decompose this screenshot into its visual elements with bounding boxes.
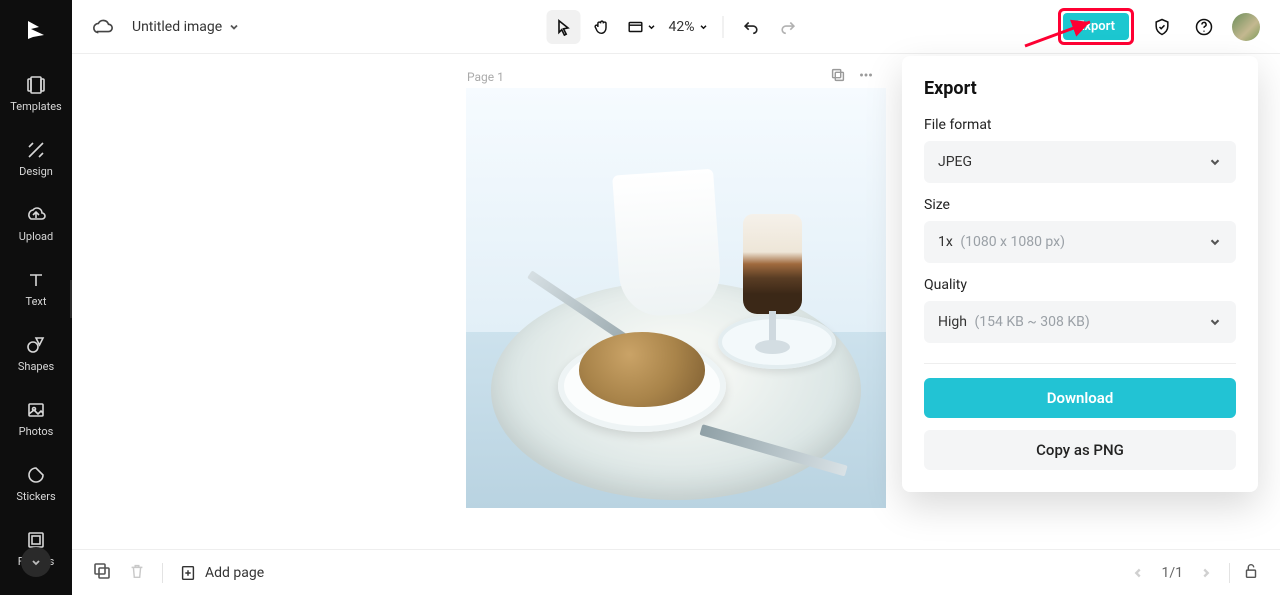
quality-hint: (154 KB ~ 308 KB): [974, 314, 1089, 330]
sidebar-item-upload[interactable]: Upload: [19, 204, 53, 243]
templates-icon: [25, 74, 47, 96]
file-format-value: JPEG: [938, 154, 972, 170]
sidebar-item-label: Design: [19, 165, 53, 178]
export-panel: Export File format JPEG Size 1x (1080 x …: [902, 56, 1258, 492]
lock-icon[interactable]: [1242, 562, 1260, 584]
undo-button[interactable]: [734, 10, 768, 44]
chevron-down-icon: [699, 22, 709, 32]
hand-tool[interactable]: [585, 10, 619, 44]
sidebar-item-label: Photos: [19, 425, 54, 438]
document-title-text: Untitled image: [132, 19, 222, 35]
download-button[interactable]: Download: [924, 378, 1236, 418]
layers-icon[interactable]: [92, 561, 112, 585]
size-label: Size: [924, 197, 1236, 213]
export-panel-title: Export: [924, 78, 1236, 99]
sidebar-item-shapes[interactable]: Shapes: [18, 334, 54, 373]
left-sidebar: Templates Design Upload Text Shapes Phot…: [0, 0, 72, 595]
sidebar-item-label: Upload: [19, 230, 53, 243]
top-bar: Untitled image 42% Export: [72, 0, 1280, 54]
page-more-icon[interactable]: [857, 66, 875, 88]
delete-icon[interactable]: [128, 562, 146, 584]
add-page-icon: [179, 564, 197, 582]
chevron-down-icon: [647, 22, 657, 32]
export-button[interactable]: Export: [1063, 13, 1129, 40]
quality-value: High: [938, 314, 967, 330]
chevron-down-icon: [228, 21, 240, 33]
chevron-down-icon: [1208, 155, 1222, 169]
sidebar-item-templates[interactable]: Templates: [10, 74, 61, 113]
zoom-value: 42%: [669, 19, 695, 35]
toolbar-divider: [723, 16, 724, 38]
photos-icon: [25, 399, 47, 421]
bottombar-divider: [162, 563, 163, 583]
copy-as-png-button[interactable]: Copy as PNG: [924, 430, 1236, 470]
bottom-bar: Add page 1/1: [72, 549, 1280, 595]
sidebar-item-photos[interactable]: Photos: [19, 399, 54, 438]
text-icon: [25, 269, 47, 291]
resize-tool[interactable]: [623, 10, 661, 44]
canvas-toolbar: 42%: [547, 0, 806, 54]
file-format-label: File format: [924, 117, 1236, 133]
shapes-icon: [25, 334, 47, 356]
bottombar-divider: [1229, 563, 1230, 583]
shield-icon[interactable]: [1148, 13, 1176, 41]
stickers-icon: [25, 464, 47, 486]
sidebar-item-label: Templates: [10, 100, 61, 113]
sidebar-item-design[interactable]: Design: [19, 139, 53, 178]
size-select[interactable]: 1x (1080 x 1080 px): [924, 221, 1236, 263]
quality-select[interactable]: High (154 KB ~ 308 KB): [924, 301, 1236, 343]
chevron-down-icon: [1208, 235, 1222, 249]
sidebar-item-label: Stickers: [16, 490, 55, 503]
quality-label: Quality: [924, 277, 1236, 293]
help-icon[interactable]: [1190, 13, 1218, 41]
add-page-button[interactable]: Add page: [179, 564, 264, 582]
size-hint: (1080 x 1080 px): [960, 234, 1065, 250]
user-avatar[interactable]: [1232, 13, 1260, 41]
select-tool[interactable]: [547, 10, 581, 44]
sidebar-collapse-button[interactable]: [21, 547, 51, 577]
sidebar-item-stickers[interactable]: Stickers: [16, 464, 55, 503]
design-icon: [25, 139, 47, 161]
upload-icon: [25, 204, 47, 226]
sidebar-item-label: Text: [26, 295, 47, 308]
size-value: 1x: [938, 234, 953, 250]
app-logo-icon[interactable]: [20, 14, 52, 46]
zoom-control[interactable]: 42%: [665, 19, 713, 35]
next-page-button[interactable]: [1195, 562, 1217, 584]
cloud-sync-icon[interactable]: [92, 16, 114, 38]
prev-page-button[interactable]: [1127, 562, 1149, 584]
page-indicator: 1/1: [1161, 565, 1183, 581]
sidebar-item-text[interactable]: Text: [25, 269, 47, 308]
redo-button[interactable]: [772, 10, 806, 44]
add-page-label: Add page: [205, 565, 264, 581]
panel-divider: [924, 363, 1236, 364]
page-label: Page 1: [467, 70, 504, 84]
canvas-image[interactable]: [466, 88, 886, 508]
chevron-down-icon: [1208, 315, 1222, 329]
export-button-highlight: Export: [1058, 8, 1134, 45]
document-title[interactable]: Untitled image: [132, 19, 240, 35]
duplicate-page-icon[interactable]: [829, 66, 847, 88]
file-format-select[interactable]: JPEG: [924, 141, 1236, 183]
sidebar-item-label: Shapes: [18, 360, 54, 373]
